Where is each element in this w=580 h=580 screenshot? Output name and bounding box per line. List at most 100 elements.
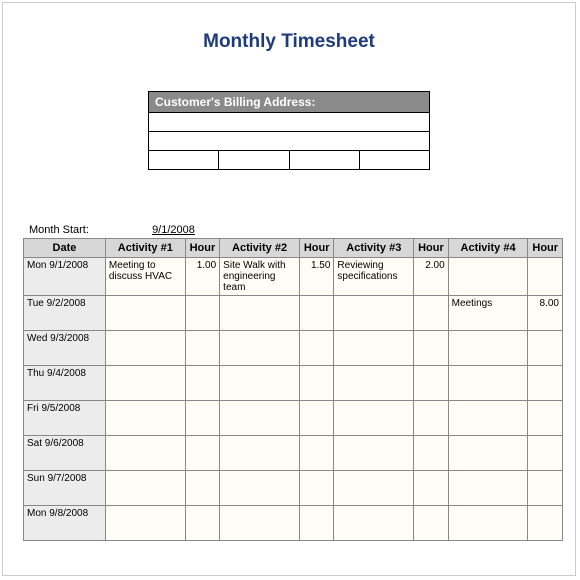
table-row: Mon 9/1/2008Meeting to discuss HVAC1.00S…	[24, 258, 563, 296]
col-h3: Hour	[414, 239, 448, 258]
activity3-cell	[334, 366, 414, 401]
activity2-cell	[220, 436, 300, 471]
activity2-cell	[220, 331, 300, 366]
col-h1: Hour	[185, 239, 219, 258]
col-act4: Activity #4	[448, 239, 528, 258]
table-row: Thu 9/4/2008	[24, 366, 563, 401]
timesheet-page: Monthly Timesheet Customer's Billing Add…	[2, 2, 576, 576]
activity3-cell	[334, 506, 414, 541]
activity3-cell	[334, 331, 414, 366]
hour2-cell	[299, 296, 333, 331]
billing-address-box: Customer's Billing Address:	[148, 91, 430, 170]
activity1-cell: Meeting to discuss HVAC	[105, 258, 185, 296]
col-h4: Hour	[528, 239, 563, 258]
billing-header: Customer's Billing Address:	[149, 92, 429, 113]
hour4-cell	[528, 436, 563, 471]
activity1-cell	[105, 331, 185, 366]
hour1-cell	[185, 471, 219, 506]
activity4-cell	[448, 366, 528, 401]
activity1-cell	[105, 436, 185, 471]
table-row: Sat 9/6/2008	[24, 436, 563, 471]
date-cell: Mon 9/1/2008	[24, 258, 106, 296]
activity2-cell: Site Walk with engineering team	[220, 258, 300, 296]
activity2-cell	[220, 366, 300, 401]
activity4-cell: Meetings	[448, 296, 528, 331]
col-act3: Activity #3	[334, 239, 414, 258]
date-cell: Sun 9/7/2008	[24, 471, 106, 506]
hour4-cell	[528, 331, 563, 366]
billing-line-3	[149, 151, 429, 169]
activity1-cell	[105, 296, 185, 331]
activity1-cell	[105, 401, 185, 436]
col-act1: Activity #1	[105, 239, 185, 258]
activity3-cell	[334, 296, 414, 331]
hour1-cell: 1.00	[185, 258, 219, 296]
hour1-cell	[185, 296, 219, 331]
hour4-cell: 8.00	[528, 296, 563, 331]
hour1-cell	[185, 436, 219, 471]
hour4-cell	[528, 401, 563, 436]
activity2-cell	[220, 401, 300, 436]
activity2-cell	[220, 506, 300, 541]
date-cell: Fri 9/5/2008	[24, 401, 106, 436]
table-row: Fri 9/5/2008	[24, 401, 563, 436]
date-cell: Wed 9/3/2008	[24, 331, 106, 366]
activity2-cell	[220, 471, 300, 506]
activity2-cell	[220, 296, 300, 331]
month-start-value: 9/1/2008	[152, 224, 195, 236]
activity4-cell	[448, 471, 528, 506]
hour2-cell	[299, 401, 333, 436]
activity4-cell	[448, 436, 528, 471]
hour3-cell	[414, 296, 448, 331]
activity4-cell	[448, 331, 528, 366]
activity4-cell	[448, 258, 528, 296]
date-cell: Sat 9/6/2008	[24, 436, 106, 471]
hour3-cell	[414, 366, 448, 401]
hour3-cell	[414, 401, 448, 436]
hour3-cell	[414, 331, 448, 366]
hour3-cell	[414, 436, 448, 471]
col-h2: Hour	[299, 239, 333, 258]
activity3-cell	[334, 401, 414, 436]
activity3-cell	[334, 471, 414, 506]
hour4-cell	[528, 366, 563, 401]
hour1-cell	[185, 506, 219, 541]
billing-line-2	[149, 132, 429, 151]
activity4-cell	[448, 506, 528, 541]
table-row: Mon 9/8/2008	[24, 506, 563, 541]
activity3-cell	[334, 436, 414, 471]
activity1-cell	[105, 506, 185, 541]
header-row: Date Activity #1 Hour Activity #2 Hour A…	[24, 239, 563, 258]
date-cell: Mon 9/8/2008	[24, 506, 106, 541]
hour3-cell: 2.00	[414, 258, 448, 296]
hour2-cell: 1.50	[299, 258, 333, 296]
hour4-cell	[528, 258, 563, 296]
hour4-cell	[528, 471, 563, 506]
hour1-cell	[185, 401, 219, 436]
page-title: Monthly Timesheet	[3, 3, 575, 53]
col-act2: Activity #2	[220, 239, 300, 258]
hour1-cell	[185, 366, 219, 401]
hour2-cell	[299, 331, 333, 366]
date-cell: Tue 9/2/2008	[24, 296, 106, 331]
hour2-cell	[299, 471, 333, 506]
activity4-cell	[448, 401, 528, 436]
table-row: Wed 9/3/2008	[24, 331, 563, 366]
hour2-cell	[299, 436, 333, 471]
activity3-cell: Reviewing specifications	[334, 258, 414, 296]
billing-line-1	[149, 113, 429, 132]
activity1-cell	[105, 471, 185, 506]
table-row: Sun 9/7/2008	[24, 471, 563, 506]
hour3-cell	[414, 471, 448, 506]
activity1-cell	[105, 366, 185, 401]
hour1-cell	[185, 331, 219, 366]
hour3-cell	[414, 506, 448, 541]
month-start: Month Start: 9/1/2008	[29, 224, 575, 236]
timesheet-grid: Date Activity #1 Hour Activity #2 Hour A…	[23, 238, 563, 541]
month-start-label: Month Start:	[29, 224, 149, 236]
date-cell: Thu 9/4/2008	[24, 366, 106, 401]
hour4-cell	[528, 506, 563, 541]
hour2-cell	[299, 366, 333, 401]
table-row: Tue 9/2/2008 Meetings8.00	[24, 296, 563, 331]
col-date: Date	[24, 239, 106, 258]
